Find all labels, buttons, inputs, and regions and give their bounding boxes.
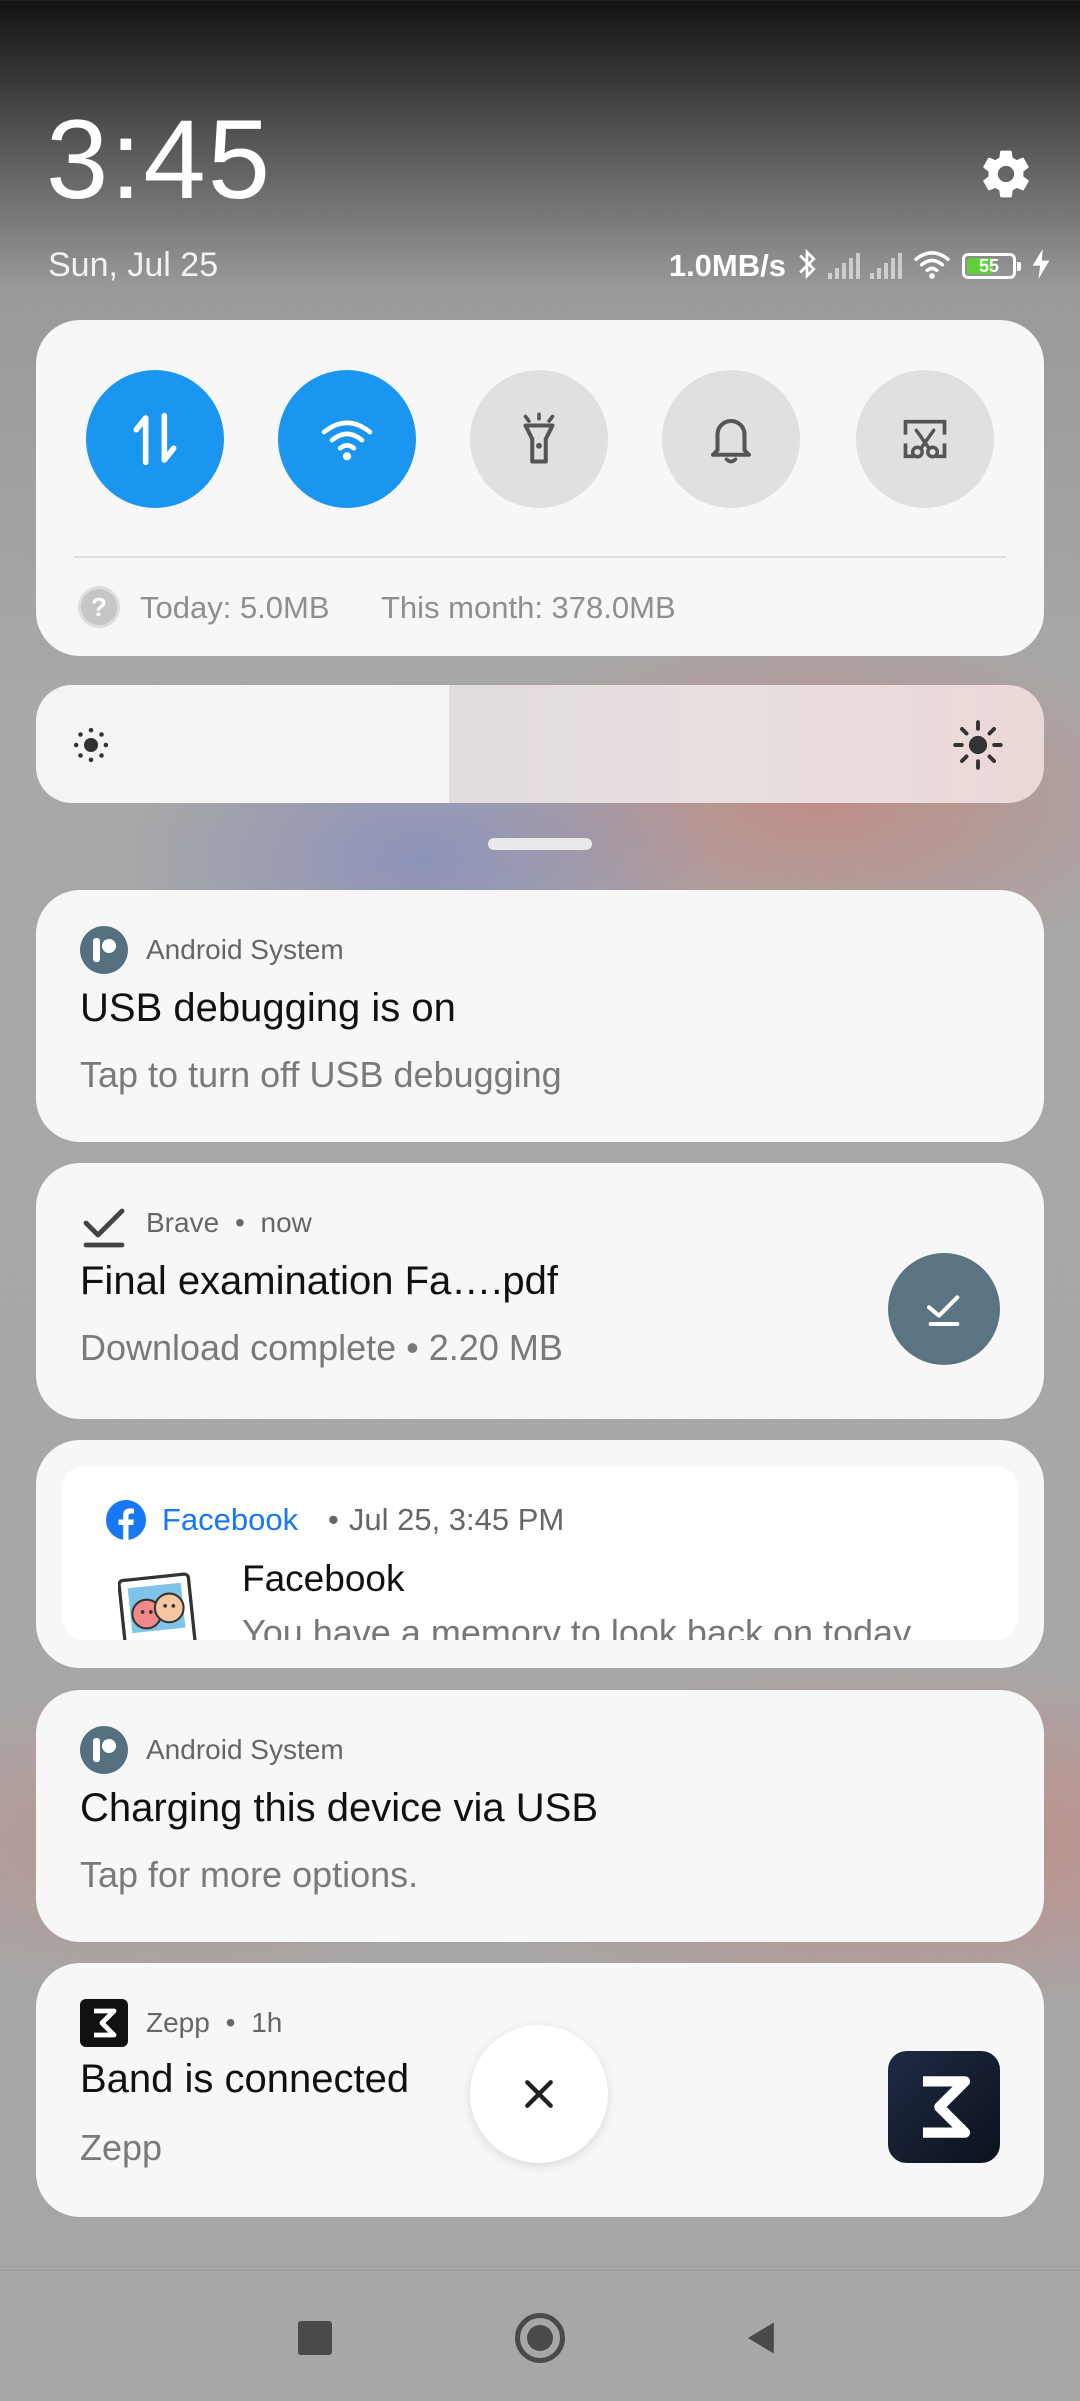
notification-title: Band is connected <box>80 2057 410 2101</box>
back-button[interactable] <box>742 2319 778 2357</box>
recents-button[interactable] <box>298 2321 332 2355</box>
flashlight-toggle[interactable] <box>470 370 608 508</box>
separator-dot: • <box>234 1207 245 1238</box>
clear-all-notifications-button[interactable] <box>470 2025 608 2163</box>
download-done-icon <box>83 1208 125 1248</box>
notification-text: Download complete • 2.20 MB <box>80 1327 563 1368</box>
screenshot-toggle[interactable] <box>856 370 994 508</box>
shade-drag-handle[interactable] <box>488 838 592 850</box>
bluetooth-icon <box>796 247 818 286</box>
flashlight-icon <box>523 412 555 464</box>
signal-sim1-icon <box>828 253 860 279</box>
bell-icon <box>710 418 752 464</box>
brightness-slider[interactable] <box>36 685 1044 803</box>
battery-level: 55 <box>978 255 1000 276</box>
facebook-notification-content[interactable]: Facebook • Jul 25, 3:45 PM Facebook You h… <box>62 1466 1018 1640</box>
notification-time: Jul 25, 3:45 PM <box>348 1502 565 1537</box>
home-dot-icon <box>527 2325 553 2351</box>
help-icon[interactable]: ? <box>78 586 120 628</box>
memories-illustration-icon <box>118 1572 197 1640</box>
wifi-status-icon <box>912 248 952 285</box>
sound-toggle[interactable] <box>662 370 800 508</box>
notification-text: You have a memory to look back on today <box>242 1612 912 1640</box>
notification-title: Final examination Fa….pdf <box>80 1259 559 1303</box>
notification-brave-download[interactable]: Brave • now Final examination Fa….pdf Do… <box>36 1163 1044 1419</box>
charging-icon <box>1032 248 1050 284</box>
facebook-logo-icon <box>106 1500 146 1540</box>
signal-sim2-icon <box>870 253 902 279</box>
download-check-icon <box>927 1295 960 1326</box>
navigation-bar <box>0 2270 1080 2401</box>
brightness-high-icon <box>953 720 1003 770</box>
clock-time[interactable]: 3:45 <box>46 104 272 216</box>
separator-dot: • <box>328 1502 339 1537</box>
scissors-screenshot-icon <box>903 419 947 459</box>
notification-app-name: Android System <box>146 1734 344 1765</box>
notification-facebook[interactable]: Facebook • Jul 25, 3:45 PM Facebook You h… <box>36 1440 1044 1668</box>
close-icon <box>525 2080 553 2108</box>
data-usage-month: This month: 378.0MB <box>381 590 676 625</box>
notification-title: USB debugging is on <box>80 986 456 1030</box>
notification-app-meta: Brave • now <box>146 1207 312 1239</box>
settings-gear-icon[interactable] <box>978 146 1034 202</box>
data-usage-today: Today: 5.0MB <box>140 590 330 625</box>
notification-time: 1h <box>251 2007 283 2038</box>
notification-text: Tap for more options. <box>80 1854 419 1895</box>
brightness-low-icon <box>73 727 109 763</box>
home-button[interactable] <box>515 2313 565 2363</box>
network-speed: 1.0MB/s <box>668 248 786 283</box>
notification-title: Facebook <box>242 1558 405 1599</box>
wifi-icon <box>321 420 373 461</box>
notification-time-meta: • Jul 25, 3:45 PM <box>328 1502 564 1538</box>
notification-time: now <box>260 1207 312 1238</box>
battery-icon: 55 <box>962 253 1021 279</box>
divider <box>74 556 1006 558</box>
notification-usb-debugging[interactable]: Android System USB debugging is on Tap t… <box>36 890 1044 1142</box>
zepp-logo-icon <box>80 1999 128 2047</box>
notification-app-name: Zepp <box>146 2007 210 2038</box>
separator-dot: • <box>225 2007 236 2038</box>
android-system-icon <box>80 1726 128 1774</box>
android-system-icon <box>80 926 128 974</box>
quick-settings-panel: ? Today: 5.0MB This month: 378.0MB <box>36 320 1044 656</box>
wifi-toggle[interactable] <box>278 370 416 508</box>
status-bar: 1.0MB/s 55 <box>669 246 1050 286</box>
mobile-data-toggle[interactable] <box>86 370 224 508</box>
notification-title: Charging this device via USB <box>80 1786 599 1830</box>
notification-app-name: Brave <box>146 1207 220 1238</box>
notification-usb-charging[interactable]: Android System Charging this device via … <box>36 1690 1044 1942</box>
data-arrows-icon <box>133 412 177 466</box>
notification-app-meta: Zepp • 1h <box>146 2007 282 2039</box>
zepp-app-icon <box>888 2051 1000 2163</box>
notification-text: Zepp <box>80 2127 163 2168</box>
download-complete-badge[interactable] <box>888 1253 1000 1365</box>
notification-text: Tap to turn off USB debugging <box>80 1054 562 1095</box>
notification-app-name: Android System <box>146 934 344 965</box>
date-label[interactable]: Sun, Jul 25 <box>48 246 218 285</box>
notification-app-name: Facebook <box>162 1502 299 1537</box>
